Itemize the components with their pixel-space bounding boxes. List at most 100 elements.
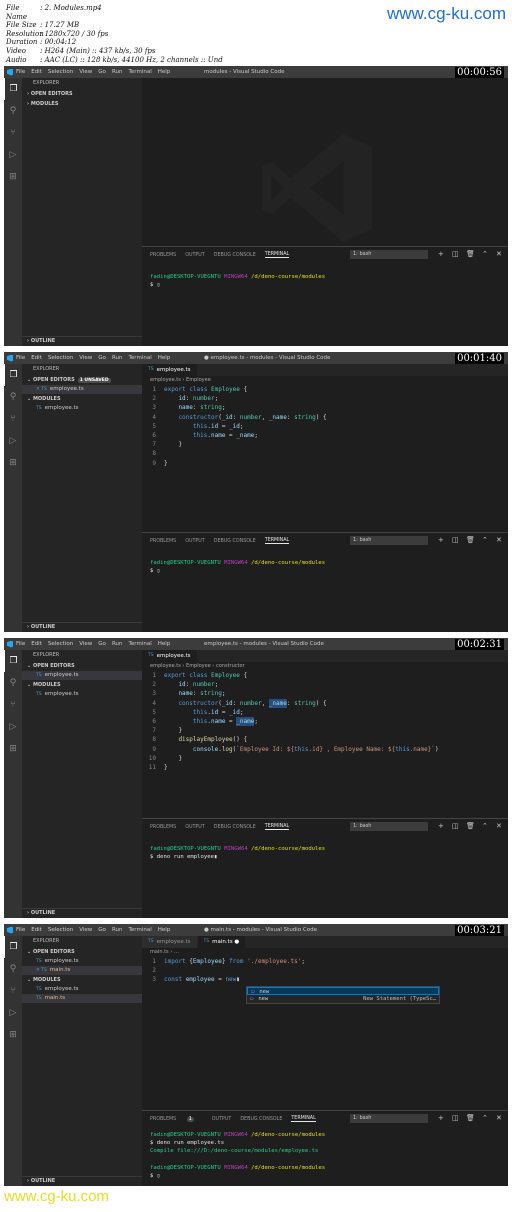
open-editors-section[interactable]: › OPEN EDITORS bbox=[22, 89, 142, 99]
editor[interactable]: TS employee.ts employee.ts › Employee › c… bbox=[142, 650, 508, 818]
add-icon[interactable]: + bbox=[438, 1114, 444, 1122]
open-editors-section[interactable]: ⌄ OPEN EDITORS bbox=[22, 947, 142, 957]
terminal-select[interactable]: 1: bash bbox=[350, 250, 428, 259]
code-area[interactable]: 1 import {Employee} from './employee.ts';… bbox=[142, 957, 508, 985]
close-icon[interactable]: ✕ bbox=[496, 1114, 502, 1122]
tab-problems[interactable]: PROBLEMS bbox=[150, 825, 176, 830]
tab-output[interactable]: OUTPUT bbox=[185, 825, 205, 830]
add-icon[interactable]: + bbox=[438, 822, 444, 830]
outline-section[interactable]: › OUTLINE bbox=[22, 336, 142, 346]
menu-selection[interactable]: Selection bbox=[48, 69, 73, 75]
terminal-output[interactable]: fadin@DESKTOP-VUEGNTU MINGW64 /d/deno-co… bbox=[142, 835, 508, 861]
open-editor-item[interactable]: TS employee.ts bbox=[22, 671, 142, 680]
menu-terminal[interactable]: Terminal bbox=[128, 69, 151, 75]
menu-view[interactable]: View bbox=[79, 355, 92, 361]
search-icon[interactable]: ⚲ bbox=[4, 672, 22, 694]
menu-run[interactable]: Run bbox=[112, 69, 123, 75]
split-icon[interactable]: ◫ bbox=[452, 822, 459, 830]
file-item[interactable]: TS employee.ts bbox=[22, 985, 142, 994]
source-control-icon[interactable]: ⑂ bbox=[4, 980, 22, 1002]
tab-employee-ts[interactable]: TS employee.ts bbox=[142, 364, 198, 376]
extensions-icon[interactable]: ⊞ bbox=[4, 738, 22, 760]
open-editors-section[interactable]: ⌄ OPEN EDITORS bbox=[22, 661, 142, 671]
source-control-icon[interactable]: ⑂ bbox=[4, 694, 22, 716]
menu-view[interactable]: View bbox=[79, 641, 92, 647]
autocomplete-item[interactable]: ▭ new New Statement (TypeSc… bbox=[247, 995, 439, 1003]
split-icon[interactable]: ◫ bbox=[452, 536, 459, 544]
modules-section[interactable]: ⌄ MODULES bbox=[22, 975, 142, 985]
files-icon[interactable]: ❐ bbox=[4, 364, 22, 386]
tab-terminal[interactable]: TERMINAL bbox=[291, 1116, 316, 1122]
menu-edit[interactable]: Edit bbox=[31, 641, 42, 647]
extensions-icon[interactable]: ⊞ bbox=[4, 452, 22, 474]
autocomplete-item[interactable]: ▭ new bbox=[247, 987, 439, 995]
chevron-up-icon[interactable]: ⌃ bbox=[482, 250, 488, 258]
trash-icon[interactable]: 🗑 bbox=[466, 250, 475, 258]
menu-go[interactable]: Go bbox=[98, 355, 106, 361]
source-control-icon[interactable]: ⑂ bbox=[4, 408, 22, 430]
trash-icon[interactable]: 🗑 bbox=[466, 536, 475, 544]
menu-terminal[interactable]: Terminal bbox=[128, 927, 151, 933]
search-icon[interactable]: ⚲ bbox=[4, 100, 22, 122]
menu-selection[interactable]: Selection bbox=[48, 927, 73, 933]
modules-section[interactable]: ⌄ MODULES bbox=[22, 394, 142, 404]
open-editor-item[interactable]: ✕ TS employee.ts bbox=[22, 385, 142, 394]
menu-go[interactable]: Go bbox=[98, 641, 106, 647]
close-icon[interactable]: ✕ bbox=[496, 536, 502, 544]
modules-section[interactable]: ⌄ MODULES bbox=[22, 680, 142, 690]
open-editor-item[interactable]: TS employee.ts bbox=[22, 957, 142, 966]
chevron-up-icon[interactable]: ⌃ bbox=[482, 822, 488, 830]
menu-edit[interactable]: Edit bbox=[31, 927, 42, 933]
run-debug-icon[interactable]: ▷ bbox=[4, 716, 22, 738]
tab-problems[interactable]: PROBLEMS bbox=[150, 539, 176, 544]
add-icon[interactable]: + bbox=[438, 536, 444, 544]
menu-terminal[interactable]: Terminal bbox=[128, 641, 151, 647]
tab-debug-console[interactable]: DEBUG CONSOLE bbox=[214, 825, 256, 830]
tab-terminal[interactable]: TERMINAL bbox=[264, 824, 290, 830]
files-icon[interactable]: ❐ bbox=[4, 936, 22, 958]
editor[interactable]: TS employee.ts employee.ts › Employee 1 ex… bbox=[142, 364, 508, 532]
menu-view[interactable]: View bbox=[79, 927, 92, 933]
code-area[interactable]: 1 export class Employee { 2 id: number; 3… bbox=[142, 671, 508, 772]
close-icon[interactable]: ✕ bbox=[496, 250, 502, 258]
menu-edit[interactable]: Edit bbox=[31, 355, 42, 361]
editor[interactable]: TS employee.ts TS main.ts ● main.ts › … 1i… bbox=[142, 936, 508, 1110]
code-area[interactable]: 1 export class Employee { 2 id: number; 3… bbox=[142, 385, 508, 468]
tab-output[interactable]: OUTPUT bbox=[185, 539, 205, 544]
menu-help[interactable]: Help bbox=[158, 641, 171, 647]
tab-debug-console[interactable]: DEBUG CONSOLE bbox=[214, 253, 256, 258]
menu-help[interactable]: Help bbox=[158, 927, 171, 933]
menu-view[interactable]: View bbox=[79, 69, 92, 75]
menu-file[interactable]: File bbox=[16, 355, 25, 361]
search-icon[interactable]: ⚲ bbox=[4, 958, 22, 980]
menu-selection[interactable]: Selection bbox=[48, 641, 73, 647]
split-icon[interactable]: ◫ bbox=[452, 1114, 459, 1122]
menu-run[interactable]: Run bbox=[112, 927, 123, 933]
tab-debug-console[interactable]: DEBUG CONSOLE bbox=[240, 1117, 282, 1122]
run-debug-icon[interactable]: ▷ bbox=[4, 144, 22, 166]
file-item[interactable]: TS employee.ts bbox=[22, 690, 142, 699]
tab-problems[interactable]: PROBLEMS 1 bbox=[150, 1116, 203, 1122]
terminal-select[interactable]: 1: bash bbox=[350, 1114, 428, 1123]
outline-section[interactable]: › OUTLINE bbox=[22, 1176, 142, 1186]
file-item[interactable]: TS main.ts bbox=[22, 994, 142, 1003]
menu-file[interactable]: File bbox=[16, 69, 25, 75]
chevron-up-icon[interactable]: ⌃ bbox=[482, 1114, 488, 1122]
tab-output[interactable]: OUTPUT bbox=[212, 1117, 232, 1122]
outline-section[interactable]: › OUTLINE bbox=[22, 622, 142, 632]
extensions-icon[interactable]: ⊞ bbox=[4, 1024, 22, 1046]
tab-debug-console[interactable]: DEBUG CONSOLE bbox=[214, 539, 256, 544]
run-debug-icon[interactable]: ▷ bbox=[4, 430, 22, 452]
chevron-up-icon[interactable]: ⌃ bbox=[482, 536, 488, 544]
tab-main-ts[interactable]: TS main.ts ● bbox=[197, 936, 247, 948]
close-icon[interactable]: ✕ bbox=[496, 822, 502, 830]
source-control-icon[interactable]: ⑂ bbox=[4, 122, 22, 144]
files-icon[interactable]: ❐ bbox=[4, 78, 22, 100]
modules-section[interactable]: › MODULES bbox=[22, 99, 142, 109]
trash-icon[interactable]: 🗑 bbox=[466, 1114, 475, 1122]
open-editors-section[interactable]: ⌄ OPEN EDITORS 1 UNSAVED bbox=[22, 375, 142, 385]
menu-run[interactable]: Run bbox=[112, 641, 123, 647]
menu-go[interactable]: Go bbox=[98, 927, 106, 933]
menu-help[interactable]: Help bbox=[158, 69, 171, 75]
tab-terminal[interactable]: TERMINAL bbox=[264, 252, 290, 258]
